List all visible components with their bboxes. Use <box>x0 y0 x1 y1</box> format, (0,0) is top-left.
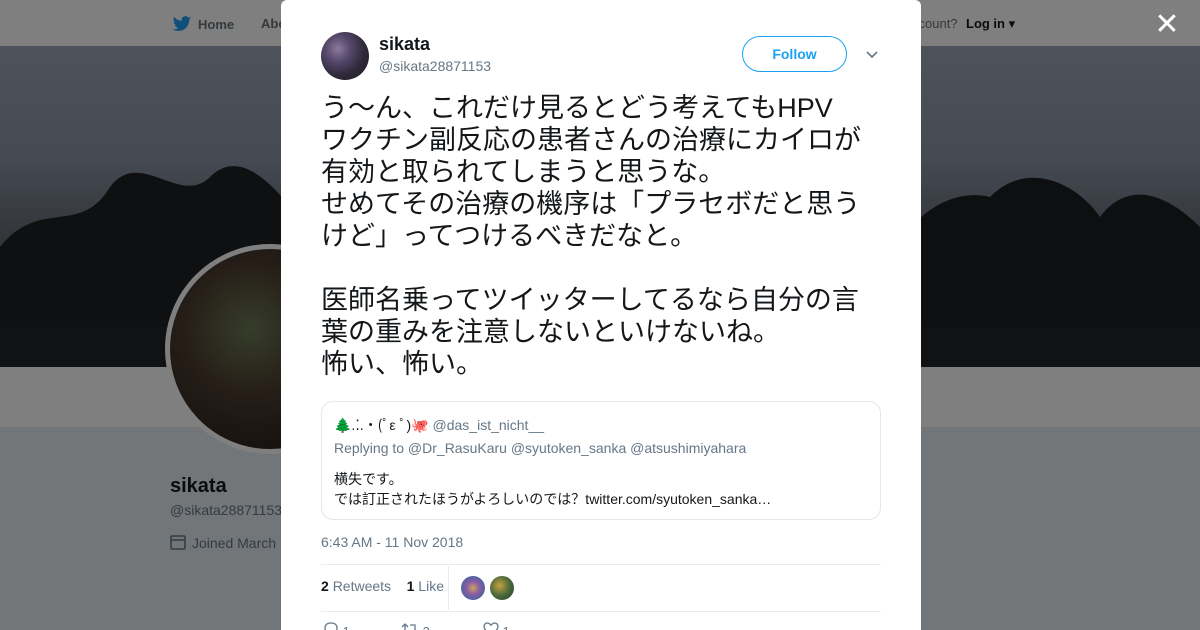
tweet-modal: sikata @sikata28871153 Follow う〜ん、これだけ見る… <box>281 0 921 630</box>
reply-action[interactable]: 1 <box>323 622 350 630</box>
retweeter-avatar[interactable] <box>461 576 485 600</box>
retweets-count: 2 <box>321 578 329 594</box>
follow-button[interactable]: Follow <box>742 36 847 72</box>
reply-count: 1 <box>343 624 350 630</box>
retweets-label: Retweets <box>332 578 392 594</box>
author-name[interactable]: sikata <box>379 34 430 55</box>
like-count: 1 <box>503 624 510 630</box>
quoted-text: 横失です。 では訂正されたほうがよろしいのでは？twitter.com/syut… <box>334 471 772 507</box>
heart-icon <box>483 622 499 630</box>
divider <box>321 564 881 565</box>
reply-icon <box>324 622 338 630</box>
tweet-stats: 2 Retweets 1 Like <box>321 578 444 594</box>
likes-stat[interactable]: 1 Like <box>407 578 444 594</box>
like-action[interactable]: 1 <box>483 622 510 630</box>
quoted-display-name: 🌲.⁚.・(ﾟε ﾟ)🐙 <box>334 417 429 433</box>
quoted-handle: @das_ist_nicht__ <box>432 417 545 433</box>
divider <box>321 611 881 612</box>
tweet-timestamp[interactable]: 6:43 AM - 11 Nov 2018 <box>321 534 463 550</box>
divider <box>448 566 449 610</box>
close-icon[interactable]: ✕ <box>1152 10 1182 40</box>
quoted-author: 🌲.⁚.・(ﾟε ﾟ)🐙 @das_ist_nicht__ <box>334 415 544 435</box>
retweets-stat[interactable]: 2 Retweets <box>321 578 391 594</box>
quoted-tweet[interactable]: 🌲.⁚.・(ﾟε ﾟ)🐙 @das_ist_nicht__ Replying t… <box>321 401 881 520</box>
author-handle[interactable]: @sikata28871153 <box>379 58 491 74</box>
liker-avatar[interactable] <box>490 576 514 600</box>
retweet-action[interactable]: 2 <box>401 622 430 630</box>
retweet-count: 2 <box>423 624 430 630</box>
quoted-replying-to: Replying to @Dr_RasuKaru @syutoken_sanka… <box>334 440 747 456</box>
tweet-text: う〜ん、これだけ見るとどう考えてもHPV ワクチン副反応の患者さんの治療にカイロ… <box>321 93 861 379</box>
likes-label: Like <box>418 578 444 594</box>
retweet-icon <box>401 623 416 630</box>
author-avatar[interactable] <box>321 32 369 80</box>
chevron-down-icon[interactable] <box>865 47 879 61</box>
likes-count: 1 <box>406 578 415 594</box>
